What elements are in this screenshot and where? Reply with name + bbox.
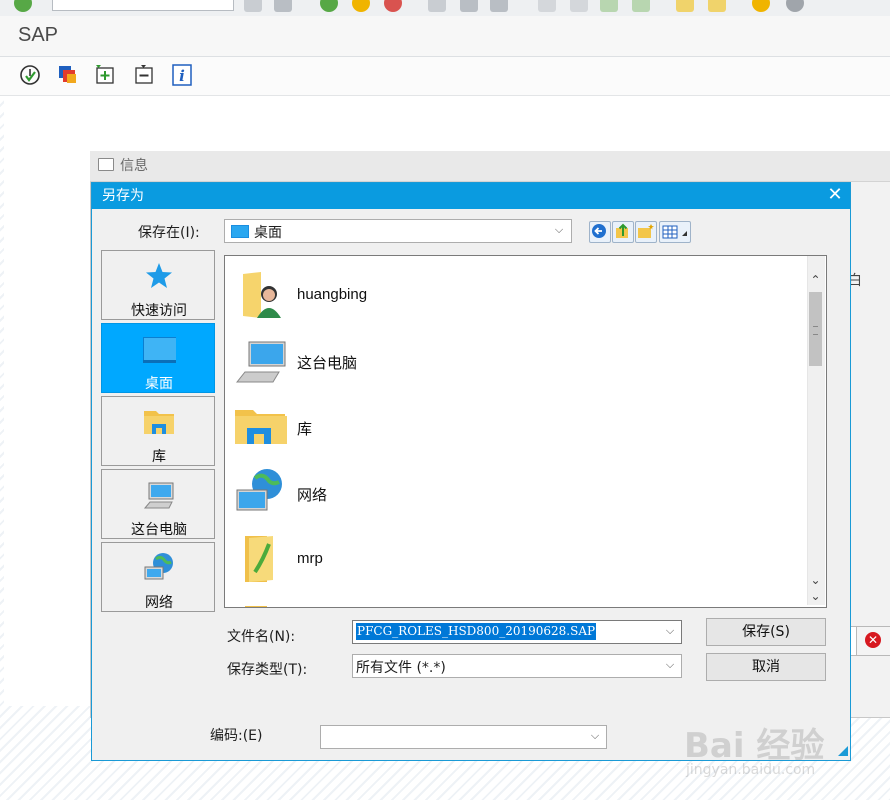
baidu-watermark: Bai 经验 <box>684 726 825 766</box>
sap-title: SAP <box>18 24 59 46</box>
sap-title-bar <box>0 16 890 57</box>
file-list[interactable]: huangbing 这台电脑 库 网络 mrp <box>224 255 827 608</box>
create-session-icon[interactable] <box>676 0 694 12</box>
execute-icon[interactable] <box>18 63 42 87</box>
place-this-pc[interactable]: 这台电脑 <box>101 469 215 539</box>
save-icon[interactable] <box>274 0 292 12</box>
scroll-down-icon[interactable]: ⌄ <box>807 572 824 589</box>
computer-icon <box>143 482 174 509</box>
back-icon[interactable] <box>244 0 262 12</box>
chevron-down-icon: ⌵ <box>665 658 675 671</box>
back-nav-button[interactable] <box>589 221 611 243</box>
chevron-down-icon: ⌵ <box>590 729 600 742</box>
save-in-value: 桌面 <box>254 225 282 241</box>
remove-icon[interactable] <box>132 63 156 87</box>
cancel-button[interactable]: 取消 <box>706 653 826 681</box>
user-folder-icon <box>243 272 281 318</box>
up-folder-icon <box>616 223 628 238</box>
place-quick-access[interactable]: 快速访问 <box>101 250 215 320</box>
scrollbar-grip <box>813 326 818 335</box>
list-item[interactable]: mrp <box>225 524 805 590</box>
place-network[interactable]: 网络 <box>101 542 215 612</box>
chevron-down-icon[interactable]: ⌵ <box>663 624 677 638</box>
place-label: 库 <box>152 449 166 465</box>
desktop-icon <box>231 225 249 238</box>
print-icon[interactable] <box>428 0 446 12</box>
filename-value: PFCG_ROLES_HSD800_20190628.SAP <box>356 623 597 640</box>
folder-icon <box>245 606 267 607</box>
save-as-title: 另存为 <box>102 188 144 204</box>
desktop-icon <box>143 337 176 363</box>
place-label: 网络 <box>145 595 173 611</box>
view-grid-icon <box>662 225 687 239</box>
file-name: 网络 <box>297 487 328 504</box>
cancel-icon: ✕ <box>865 632 881 648</box>
copy-roles-icon[interactable] <box>56 63 80 87</box>
place-label: 桌面 <box>145 376 173 392</box>
new-folder-icon <box>638 224 654 238</box>
scroll-up-icon[interactable]: ⌃ <box>807 272 824 289</box>
computer-icon <box>235 341 286 383</box>
shortcut-icon[interactable] <box>708 0 726 12</box>
place-label: 这台电脑 <box>131 522 187 538</box>
place-label: 快速访问 <box>131 303 187 319</box>
filename-label: 文件名(N): <box>227 629 296 645</box>
info-icon[interactable]: i <box>170 63 194 87</box>
place-desktop[interactable]: 桌面 <box>101 323 215 393</box>
up-folder-button[interactable] <box>612 221 634 243</box>
library-folder-icon <box>235 410 287 444</box>
command-field[interactable] <box>52 0 234 11</box>
file-name: 这台电脑 <box>297 355 358 372</box>
next-page-icon[interactable] <box>600 0 618 12</box>
add-icon[interactable] <box>94 63 118 87</box>
new-folder-button[interactable] <box>635 221 657 243</box>
file-name: huangbing <box>297 286 368 303</box>
info-popup-titlebar <box>90 151 890 182</box>
filetype-value: 所有文件 (*.*) <box>356 660 446 676</box>
view-menu-button[interactable] <box>659 221 691 243</box>
file-name: mrp <box>297 550 323 567</box>
resize-grip[interactable] <box>838 746 848 756</box>
list-item[interactable]: 这台电脑 <box>225 326 805 392</box>
baidu-watermark-url: jingyan.baidu.com <box>686 762 816 778</box>
find-next-icon[interactable] <box>490 0 508 12</box>
save-as-titlebar[interactable] <box>92 183 850 209</box>
info-popup-title: 信息 <box>120 158 148 174</box>
encoding-label: 编码:(E) <box>210 728 263 744</box>
last-page-icon[interactable] <box>632 0 650 12</box>
first-page-icon[interactable] <box>538 0 556 12</box>
list-item[interactable]: 库 <box>225 392 805 458</box>
network-icon <box>144 553 173 580</box>
place-library[interactable]: 库 <box>101 396 215 466</box>
save-button[interactable]: 保存(S) <box>706 618 826 646</box>
library-icon <box>144 411 174 434</box>
filetype-label: 保存类型(T): <box>227 662 308 678</box>
star-icon <box>146 263 172 288</box>
info-popup-icon <box>98 158 114 171</box>
network-icon <box>236 469 282 511</box>
back-arrow-icon <box>592 224 606 238</box>
folder-icon <box>245 536 273 582</box>
file-name: 库 <box>297 421 313 438</box>
list-item[interactable]: huangbing <box>225 260 805 326</box>
prev-page-icon[interactable] <box>570 0 588 12</box>
svg-text:i: i <box>179 67 185 85</box>
scroll-down-end-icon[interactable]: ⌄ <box>807 588 824 605</box>
chevron-down-icon: ⌵ <box>554 223 564 236</box>
encoding-dropdown[interactable] <box>320 725 607 749</box>
list-item[interactable] <box>225 590 805 607</box>
close-icon[interactable]: ✕ <box>826 186 844 204</box>
list-item[interactable]: 网络 <box>225 458 805 524</box>
find-icon[interactable] <box>460 0 478 12</box>
save-in-label: 保存在(I): <box>138 225 200 241</box>
